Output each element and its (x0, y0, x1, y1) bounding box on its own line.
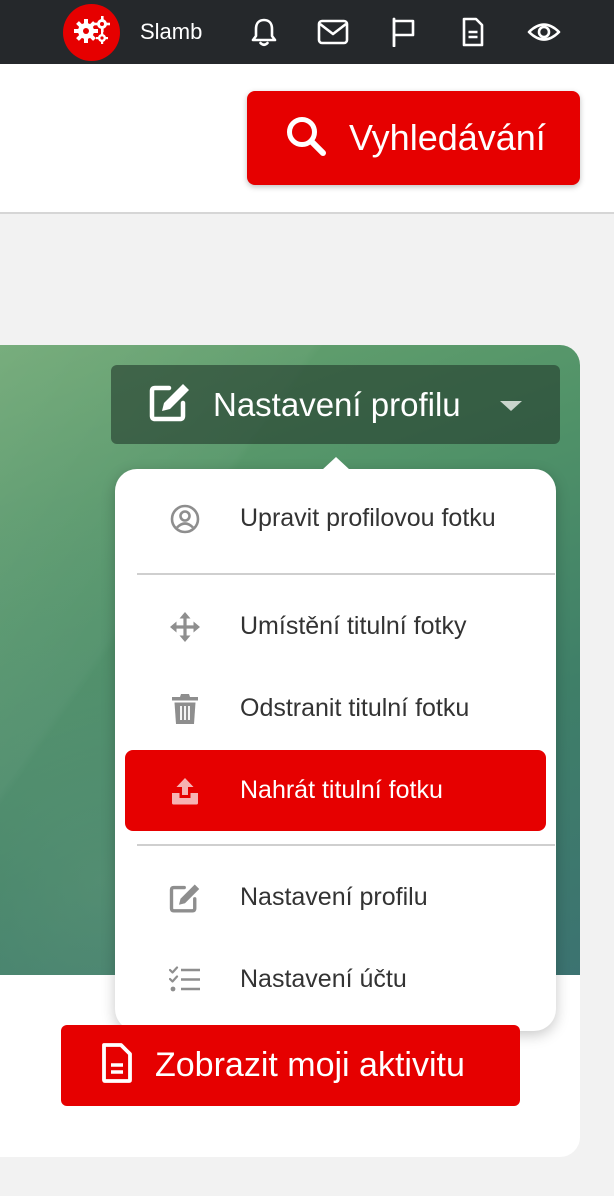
user-circle-icon (169, 503, 201, 535)
menu-item-edit-profile-photo[interactable]: Upravit profilovou fotku (125, 478, 546, 559)
menu-item-upload-cover[interactable]: Nahrát titulní fotku (125, 750, 546, 831)
edit-icon (149, 382, 191, 427)
search-button[interactable]: Vyhledávání (247, 91, 580, 185)
menu-item-cover-position[interactable]: Umístění titulní fotky (125, 586, 546, 667)
menu-item-label: Nastavení profilu (240, 883, 428, 911)
profile-settings-dropdown-button[interactable]: Nastavení profilu (111, 365, 560, 444)
upload-icon (169, 775, 201, 807)
page-header: Vyhledávání (0, 64, 614, 214)
gears-icon (73, 15, 111, 50)
view-activity-label: Zobrazit moji aktivitu (155, 1046, 465, 1084)
mail-icon[interactable] (315, 14, 351, 50)
menu-item-label: Umístění titulní fotky (240, 612, 467, 640)
document-icon (101, 1043, 133, 1088)
menu-item-label: Nastavení účtu (240, 965, 407, 993)
caret-down-icon (500, 401, 522, 411)
menu-divider (137, 844, 555, 846)
menu-item-label: Upravit profilovou fotku (240, 504, 496, 532)
trash-icon (169, 693, 201, 725)
eye-icon[interactable] (526, 14, 562, 50)
profile-settings-menu: Upravit profilovou fotku Umístění tituln… (115, 457, 556, 1031)
menu-item-account-settings[interactable]: Nastavení účtu (125, 939, 546, 1020)
menu-item-label: Nahrát titulní fotku (240, 776, 443, 804)
search-icon (285, 115, 327, 162)
move-icon (169, 611, 201, 643)
menu-pointer (322, 457, 350, 470)
edit-icon (169, 882, 201, 914)
avatar[interactable] (63, 4, 120, 61)
top-navigation-bar: Slamb (0, 0, 614, 64)
username[interactable]: Slamb (140, 18, 202, 46)
checklist-icon (169, 964, 201, 996)
menu-item-profile-settings[interactable]: Nastavení profilu (125, 857, 546, 938)
view-activity-button[interactable]: Zobrazit moji aktivitu (61, 1025, 520, 1106)
search-button-label: Vyhledávání (349, 117, 546, 158)
menu-item-label: Odstranit titulní fotku (240, 694, 470, 722)
profile-settings-label: Nastavení profilu (213, 385, 461, 423)
flag-icon[interactable] (385, 14, 421, 50)
document-icon[interactable] (455, 14, 491, 50)
menu-divider (137, 573, 555, 575)
menu-item-remove-cover[interactable]: Odstranit titulní fotku (125, 668, 546, 749)
bell-icon[interactable] (246, 14, 282, 50)
